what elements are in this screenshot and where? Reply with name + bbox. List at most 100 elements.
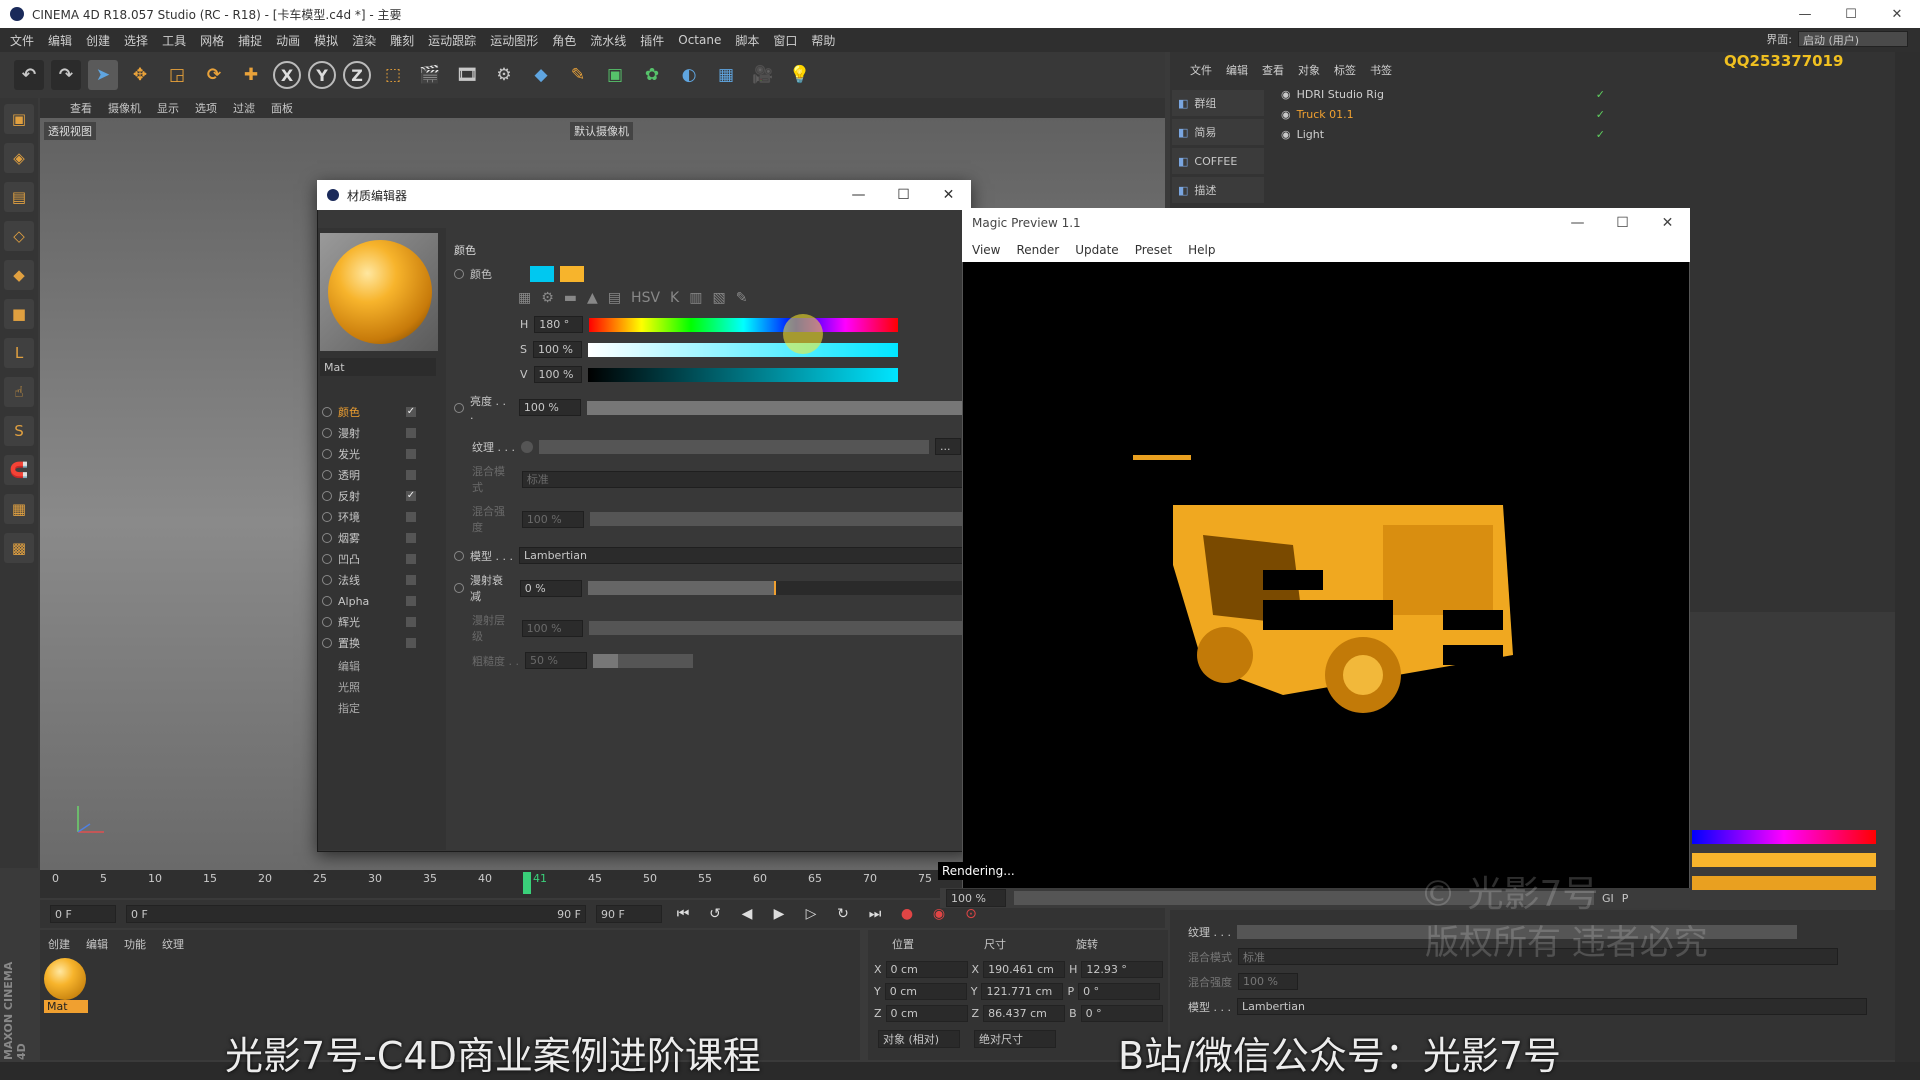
material-channel-11[interactable]: 置换 — [322, 634, 444, 652]
attr-model-dropdown[interactable]: Lambertian — [1236, 998, 1867, 1015]
rgb-icon[interactable]: ▤ — [608, 290, 621, 306]
viewport-menu-item[interactable]: 选项 — [195, 100, 217, 116]
material-channel-9[interactable]: Alpha — [322, 592, 444, 610]
texture-mode-icon[interactable]: ▤ — [4, 182, 34, 212]
redo-icon[interactable]: ↷ — [51, 60, 81, 90]
position-field[interactable]: 0 cm — [885, 1004, 968, 1022]
color-anim-dot[interactable] — [454, 269, 464, 279]
prev-key-icon[interactable]: ↺ — [704, 903, 726, 925]
channel-radio[interactable] — [322, 491, 332, 501]
brightness-field[interactable]: 100 % — [518, 399, 581, 416]
menu-item[interactable]: 捕捉 — [238, 32, 262, 49]
end-frame-field[interactable]: 90 F — [596, 905, 662, 923]
subdiv-icon[interactable]: ▣ — [600, 60, 630, 90]
menu-item[interactable]: 网格 — [200, 32, 224, 49]
diffuse-level-slider[interactable] — [589, 621, 964, 635]
color-swatch-cyan[interactable] — [530, 266, 554, 282]
lock-workplane-icon[interactable]: ▩ — [4, 533, 34, 563]
workplane-icon[interactable]: ▦ — [4, 494, 34, 524]
menu-item[interactable]: 插件 — [640, 32, 664, 49]
maximize-button[interactable]: ☐ — [1828, 0, 1874, 28]
object-visibility-icon[interactable]: ✓ — [1596, 128, 1605, 141]
menu-item[interactable]: 工具 — [162, 32, 186, 49]
mp-minimize-button[interactable]: — — [1555, 208, 1600, 238]
menu-item[interactable]: 脚本 — [735, 32, 759, 49]
layer-item[interactable]: ◧ 简易 — [1172, 119, 1264, 145]
rotation-field[interactable]: 0 ° — [1080, 1004, 1163, 1022]
channel-checkbox[interactable] — [406, 596, 416, 606]
channel-checkbox[interactable] — [406, 428, 416, 438]
color-wheel-icon[interactable]: ⚙ — [541, 290, 554, 306]
material-subitem[interactable]: 编辑 — [338, 658, 360, 674]
channel-radio[interactable] — [322, 596, 332, 606]
y-axis-toggle[interactable]: Y — [308, 61, 336, 89]
range-slider[interactable]: 0 F 90 F — [126, 905, 586, 923]
material-channel-5[interactable]: 环境 — [322, 508, 444, 526]
size-field[interactable]: 121.771 cm — [981, 982, 1064, 1000]
roughness-slider[interactable] — [593, 653, 693, 668]
mp-maximize-button[interactable]: ☐ — [1600, 208, 1645, 238]
viewport-menu-item[interactable]: 过滤 — [233, 100, 255, 116]
s-field[interactable]: 100 % — [532, 341, 582, 358]
layout-dropdown[interactable]: 启动 (用户) — [1798, 31, 1908, 47]
material-subitem[interactable]: 光照 — [338, 679, 360, 695]
h-field[interactable]: 180 ° — [534, 316, 583, 333]
magnet-icon[interactable]: 🧲 — [4, 455, 34, 485]
material-channel-4[interactable]: 反射 ✓ — [322, 487, 444, 505]
brightness-anim-dot[interactable] — [454, 402, 464, 413]
mp-close-button[interactable]: ✕ — [1645, 208, 1690, 238]
channel-radio[interactable] — [322, 470, 332, 480]
p-toggle[interactable]: P — [1622, 892, 1629, 905]
blend-mode-dropdown[interactable]: 标准 — [521, 470, 964, 488]
object-menu-item[interactable]: 查看 — [1262, 62, 1284, 78]
kelvin-icon[interactable]: K — [670, 290, 679, 306]
diffuse-falloff-anim-dot[interactable] — [454, 583, 464, 593]
material-channel-0[interactable]: 颜色 ✓ — [322, 403, 444, 421]
material-channel-2[interactable]: 发光 — [322, 445, 444, 463]
deformer-icon[interactable]: ◐ — [674, 60, 704, 90]
menu-item[interactable]: 动画 — [276, 32, 300, 49]
start-frame-field[interactable]: 0 F — [50, 905, 116, 923]
mixer-icon[interactable]: ▥ — [689, 290, 702, 306]
diffuse-level-field[interactable]: 100 % — [521, 619, 584, 637]
menu-item[interactable]: 帮助 — [811, 32, 835, 49]
channel-checkbox[interactable]: ✓ — [406, 407, 416, 417]
material-manager-menu-item[interactable]: 编辑 — [86, 936, 108, 952]
model-dropdown[interactable]: Lambertian — [518, 547, 963, 564]
viewport-menu-item[interactable]: 显示 — [157, 100, 179, 116]
menu-item[interactable]: 运动跟踪 — [428, 32, 476, 49]
channel-radio[interactable] — [322, 407, 332, 417]
rotation-field[interactable]: 12.93 ° — [1081, 960, 1164, 978]
magic-menu-item[interactable]: Update — [1075, 243, 1118, 257]
hsv-icon[interactable]: HSV — [631, 290, 660, 306]
menu-item[interactable]: 模拟 — [314, 32, 338, 49]
object-visibility-icon[interactable]: ✓ — [1596, 88, 1605, 101]
play-icon[interactable]: ▶ — [768, 903, 790, 925]
cloner-icon[interactable]: ✿ — [637, 60, 667, 90]
menu-item[interactable]: 雕刻 — [390, 32, 414, 49]
model-anim-dot[interactable] — [454, 550, 464, 561]
move-icon[interactable]: ✥ — [125, 60, 155, 90]
layer-item[interactable]: ◧ COFFEE — [1172, 148, 1264, 174]
channel-checkbox[interactable] — [406, 617, 416, 627]
me-maximize-button[interactable]: ☐ — [881, 180, 926, 210]
next-key-icon[interactable]: ↻ — [832, 903, 854, 925]
material-manager-menu-item[interactable]: 纹理 — [162, 936, 184, 952]
blend-strength-slider[interactable] — [589, 512, 964, 526]
zoom-field[interactable]: 100 % — [946, 889, 1006, 907]
texture-browse-button[interactable]: ... — [934, 438, 961, 455]
material-channel-6[interactable]: 烟雾 — [322, 529, 444, 547]
render-view-icon[interactable]: 🎬 — [415, 60, 445, 90]
x-axis-toggle[interactable]: X — [273, 61, 301, 89]
polygons-mode-icon[interactable]: ■ — [4, 299, 34, 329]
render-settings-icon[interactable]: ⚙ — [489, 60, 519, 90]
channel-radio[interactable] — [322, 617, 332, 627]
undo-icon[interactable]: ↶ — [14, 60, 44, 90]
material-manager-menu-item[interactable]: 创建 — [48, 936, 70, 952]
channel-checkbox[interactable] — [406, 449, 416, 459]
z-axis-toggle[interactable]: Z — [343, 61, 371, 89]
value-slider[interactable] — [588, 367, 898, 382]
rotation-field[interactable]: 0 ° — [1078, 982, 1161, 1000]
layer-item[interactable]: ◧ 群组 — [1172, 90, 1264, 116]
material-name-field[interactable]: Mat — [320, 358, 436, 376]
